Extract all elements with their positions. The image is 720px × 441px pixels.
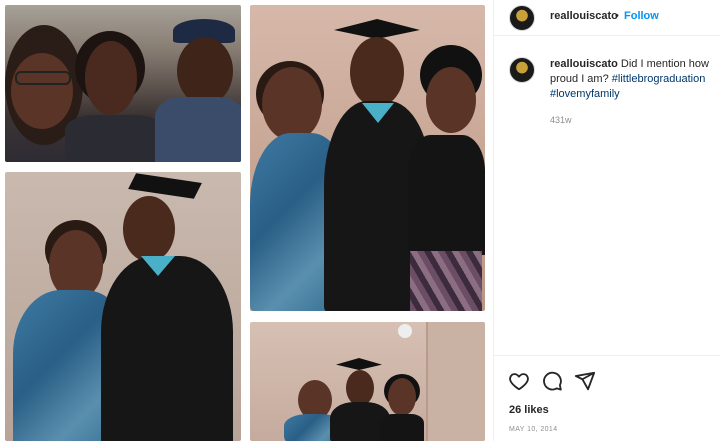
graduation-cap — [128, 173, 202, 199]
graduate-face — [346, 370, 374, 406]
graduation-gown — [101, 256, 233, 441]
post-date: MAY 10, 2014 — [509, 426, 558, 433]
graduation-cap — [336, 358, 382, 370]
graduate-family-room-photo — [250, 322, 485, 441]
post-header: reallouiscato • Follow — [494, 0, 720, 36]
face-left — [11, 53, 73, 129]
paper-plane-icon[interactable] — [574, 370, 596, 392]
heart-icon[interactable] — [508, 370, 530, 392]
jacket-right — [155, 97, 241, 162]
instagram-post-view: reallouiscato • Follow reallouiscato Did… — [0, 0, 720, 441]
sister-face — [388, 378, 416, 416]
wall-clock — [398, 324, 412, 338]
comment-bubble-icon[interactable] — [541, 370, 563, 392]
group-selfie-photo — [5, 5, 241, 162]
door-frame — [426, 322, 485, 441]
post-sidebar: reallouiscato • Follow reallouiscato Did… — [493, 0, 720, 441]
mother-face — [262, 67, 322, 141]
username-link[interactable]: reallouiscato — [550, 10, 618, 22]
graduate-family-portrait-photo — [250, 5, 485, 311]
hashtag-link[interactable]: #littlebrograduation — [612, 73, 706, 85]
caption-timestamp: 431w — [550, 115, 572, 125]
photo-collage[interactable] — [0, 0, 493, 441]
graduate-with-mother-photo — [5, 172, 241, 441]
eyeglasses — [15, 71, 71, 85]
caption-avatar[interactable] — [509, 57, 535, 83]
profile-avatar[interactable] — [509, 5, 535, 31]
graduate-face — [350, 37, 404, 107]
face-center — [85, 41, 137, 115]
post-caption: reallouiscato Did I mention how proud I … — [550, 57, 720, 102]
graduation-cap — [334, 19, 420, 39]
sister-face — [426, 67, 476, 133]
sister-top — [380, 414, 424, 441]
graduate-face — [123, 196, 175, 262]
face-right — [177, 37, 233, 105]
sister-top — [408, 135, 485, 255]
post-actions: 26 likes MAY 10, 2014 — [494, 355, 720, 441]
shirt-center — [65, 115, 165, 162]
sister-skirt — [410, 251, 482, 311]
follow-button[interactable]: Follow — [624, 10, 659, 22]
caption-username[interactable]: reallouiscato — [550, 58, 618, 70]
likes-count[interactable]: 26 likes — [509, 404, 549, 416]
separator-dot: • — [615, 10, 619, 22]
hashtag-link[interactable]: #lovemyfamily — [550, 88, 620, 100]
